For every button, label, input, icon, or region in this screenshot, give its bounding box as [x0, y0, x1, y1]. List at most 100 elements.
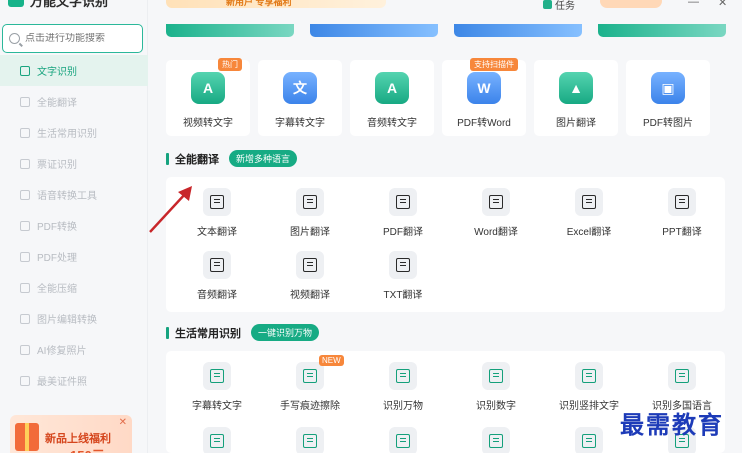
sidebar-item[interactable]: AI修复照片: [0, 334, 148, 365]
sidebar-item[interactable]: 全能翻译: [0, 86, 148, 117]
sidebar-item[interactable]: 全能压缩: [0, 272, 148, 303]
feature-badge: 支持扫描件: [470, 58, 518, 71]
sidebar-item-label: PDF转换: [37, 222, 77, 233]
tool-tile[interactable]: 字幕转文字: [172, 362, 262, 422]
tool-tile[interactable]: 图片翻译: [265, 188, 355, 248]
eraser-icon: [296, 362, 324, 390]
feature-card[interactable]: ▣ PDF转图片: [626, 60, 710, 136]
tool-label: PDF翻译: [383, 227, 423, 238]
tool-tile[interactable]: 手写痕迹擦除 NEW: [265, 355, 355, 422]
watermark: 最需教育: [620, 410, 724, 439]
promo-close-icon[interactable]: ✕: [119, 417, 127, 428]
tool-tile[interactable]: 识别数字: [451, 362, 541, 422]
tool-tile[interactable]: 音频翻译: [172, 251, 262, 311]
sidebar-item[interactable]: PDF处理: [0, 241, 148, 272]
audio-to-text-icon: A: [375, 72, 409, 104]
banner-strip[interactable]: [598, 24, 726, 37]
search-box[interactable]: [2, 24, 143, 53]
subtitle-icon: [203, 362, 231, 390]
feature-badge: 热门: [218, 58, 242, 71]
tool-label: 字幕转文字: [192, 401, 242, 412]
sidebar-item[interactable]: 最美证件照: [0, 365, 148, 396]
pointer-arrow: [149, 186, 192, 233]
tool-label: 视频翻译: [290, 290, 330, 301]
tool-label: 音频翻译: [197, 290, 237, 301]
tool-glyph: [396, 434, 410, 448]
sidebar-item[interactable]: 文字识别: [0, 55, 148, 86]
tool-glyph: [210, 434, 224, 448]
feature-card[interactable]: W PDF转Word 支持扫描件: [442, 58, 526, 136]
task-button[interactable]: 任务: [543, 0, 575, 12]
tool-tile[interactable]: TXT翻译: [358, 251, 448, 311]
vip-pill[interactable]: [600, 0, 662, 8]
section-title: 全能翻译: [175, 153, 219, 166]
tool-label: PPT翻译: [662, 227, 702, 238]
tool-tile[interactable]: Excel翻译: [544, 188, 634, 248]
tool-label: Excel翻译: [566, 227, 612, 238]
feature-card[interactable]: A 音频转文字: [350, 60, 434, 136]
feature-card[interactable]: ▲ 图片翻译: [534, 60, 618, 136]
feature-card[interactable]: 文字幕转文字: [258, 60, 342, 136]
partial-tool-icon[interactable]: [296, 427, 324, 453]
partial-tool-icon[interactable]: [575, 427, 603, 453]
feature-card[interactable]: A 视频转文字 热门: [166, 58, 250, 136]
pdf-to-word-icon: W: [467, 72, 501, 104]
sidebar-item[interactable]: 生活常用识别: [0, 117, 148, 148]
banner-strip[interactable]: [166, 24, 294, 37]
ppt-translate-icon: [668, 188, 696, 216]
tool-glyph: [675, 369, 689, 383]
task-icon: [543, 0, 552, 9]
tool-label: TXT翻译: [383, 290, 423, 301]
partial-tool-icon[interactable]: [389, 427, 417, 453]
eye-scan-icon: [389, 362, 417, 390]
translate-section-header: 全能翻译 新增多种语言: [166, 150, 298, 167]
number-scan-icon: [482, 362, 510, 390]
app-logo-icon: [8, 0, 24, 7]
tool-glyph: [489, 434, 503, 448]
partial-tool-icon[interactable]: [482, 427, 510, 453]
tool-glyph: [210, 258, 224, 272]
sidebar-item-icon: [20, 65, 30, 76]
tool-tile[interactable]: PPT翻译: [637, 188, 727, 248]
sidebar-item-label: AI修复照片: [37, 346, 87, 357]
tool-glyph: [489, 195, 503, 209]
sidebar-item-label: 最美证件照: [37, 377, 87, 388]
tool-tile[interactable]: Word翻译: [451, 188, 541, 248]
video-to-text-icon: A: [191, 72, 225, 104]
sidebar-item[interactable]: 图片编辑转换: [0, 303, 148, 334]
tool-tile[interactable]: PDF翻译: [358, 188, 448, 248]
feature-card-label: 图片翻译: [556, 118, 596, 129]
main-area: 新用户 专享福利 任务 — ✕ A 视频转文字 热门文字幕转文字 A 音频转文字 W PDF…: [148, 0, 742, 453]
tool-glyph: [582, 369, 596, 383]
sidebar-nav: 文字识别全能翻译 生活常用识别 票证识别 语音转换工具 PDF转换 PDF处理全能压缩图片…: [0, 55, 148, 396]
feature-card-label: PDF转图片: [643, 118, 693, 129]
search-input[interactable]: [25, 33, 135, 44]
tool-label: 识别万物: [383, 401, 423, 412]
sidebar-item[interactable]: 语音转换工具: [0, 179, 148, 210]
gift-icon: [15, 423, 39, 451]
app-title-text: 万能文字识别: [30, 0, 109, 9]
top-banner[interactable]: 新用户 专享福利: [166, 0, 386, 8]
tool-tile[interactable]: 识别万物: [358, 362, 448, 422]
word-translate-icon: [482, 188, 510, 216]
search-icon: [9, 33, 20, 44]
tool-glyph: [489, 369, 503, 383]
sidebar-item-icon: [20, 251, 30, 262]
sidebar-item[interactable]: PDF转换: [0, 210, 148, 241]
banner-strip[interactable]: [310, 24, 438, 37]
banner-strip[interactable]: [454, 24, 582, 37]
sidebar-item[interactable]: 票证识别: [0, 148, 148, 179]
partial-tool-icon[interactable]: [203, 427, 231, 453]
sidebar-item-icon: [20, 158, 30, 169]
section-bar: [166, 152, 169, 165]
minimize-icon[interactable]: —: [688, 0, 699, 8]
promo-banner[interactable]: 新品上线福利 150元 ✕: [10, 415, 132, 453]
task-label: 任务: [555, 1, 575, 12]
tool-glyph: [582, 434, 596, 448]
sidebar-item-label: 全能压缩: [37, 284, 77, 295]
life-section-header: 生活常用识别 一键识别万物: [166, 324, 320, 341]
tool-glyph: [396, 258, 410, 272]
sidebar-item-label: 文字识别: [37, 67, 77, 78]
tool-tile[interactable]: 视频翻译: [265, 251, 355, 311]
close-icon[interactable]: ✕: [718, 0, 727, 9]
